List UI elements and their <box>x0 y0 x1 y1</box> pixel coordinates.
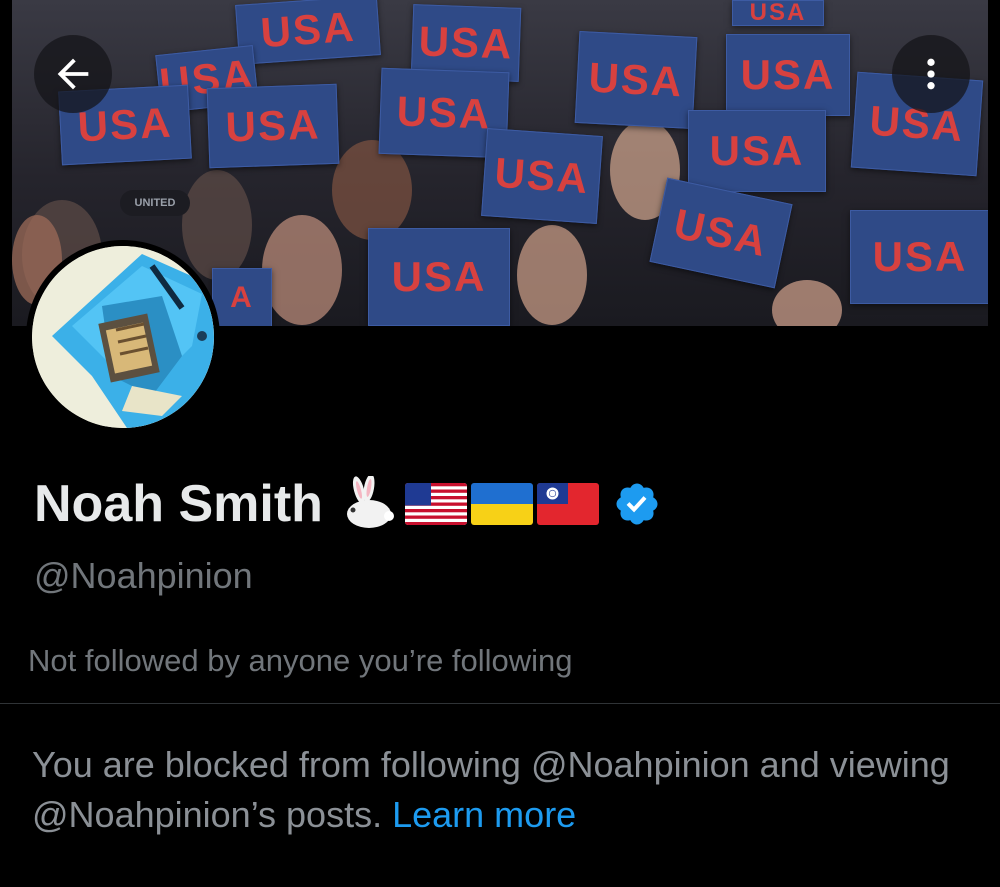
banner-crowd-person <box>262 215 342 325</box>
banner-usa-sign: USA <box>368 228 510 326</box>
learn-more-link[interactable]: Learn more <box>392 794 576 835</box>
ukraine-flag-icon <box>470 483 533 525</box>
banner-usa-sign: USA <box>649 177 793 289</box>
avatar-illustration <box>32 246 214 428</box>
section-divider <box>0 703 1000 704</box>
banner-crowd-person <box>332 140 412 240</box>
banner-usa-sign: USA <box>726 34 850 116</box>
banner-usa-sign: USA <box>235 0 381 65</box>
blocked-notice: You are blocked from following @Noahpini… <box>32 740 972 840</box>
banner-usa-sign: USA <box>850 210 988 304</box>
banner-placard: UNITED <box>120 190 190 216</box>
profile-avatar[interactable] <box>26 240 220 434</box>
banner-crowd-person <box>182 170 252 280</box>
profile-name-row: Noah Smith <box>34 476 661 532</box>
banner-usa-sign: USA <box>206 83 340 169</box>
banner-crowd-person <box>517 225 587 325</box>
banner-usa-sign: USA <box>732 0 824 26</box>
banner-usa-sign: A <box>212 268 272 326</box>
profile-handle: @Noahpinion <box>34 555 253 596</box>
more-vertical-icon <box>927 58 935 90</box>
banner-usa-sign: USA <box>574 30 698 130</box>
followers-you-know[interactable]: Not followed by anyone you’re following <box>28 643 573 679</box>
arrow-left-icon <box>57 58 89 90</box>
banner-usa-sign: USA <box>481 128 603 224</box>
more-options-button[interactable] <box>892 35 970 113</box>
rabbit-emoji-icon <box>346 476 394 528</box>
profile-display-name: Noah Smith <box>34 475 323 533</box>
taiwan-flag-icon <box>536 483 599 525</box>
us-flag-icon <box>404 483 467 525</box>
verified-badge-icon[interactable] <box>613 480 661 528</box>
name-emojis <box>337 476 599 532</box>
banner-usa-sign: USA <box>688 110 826 192</box>
back-button[interactable] <box>34 35 112 113</box>
avatar-image <box>32 246 214 428</box>
banner-crowd-person <box>772 280 842 326</box>
